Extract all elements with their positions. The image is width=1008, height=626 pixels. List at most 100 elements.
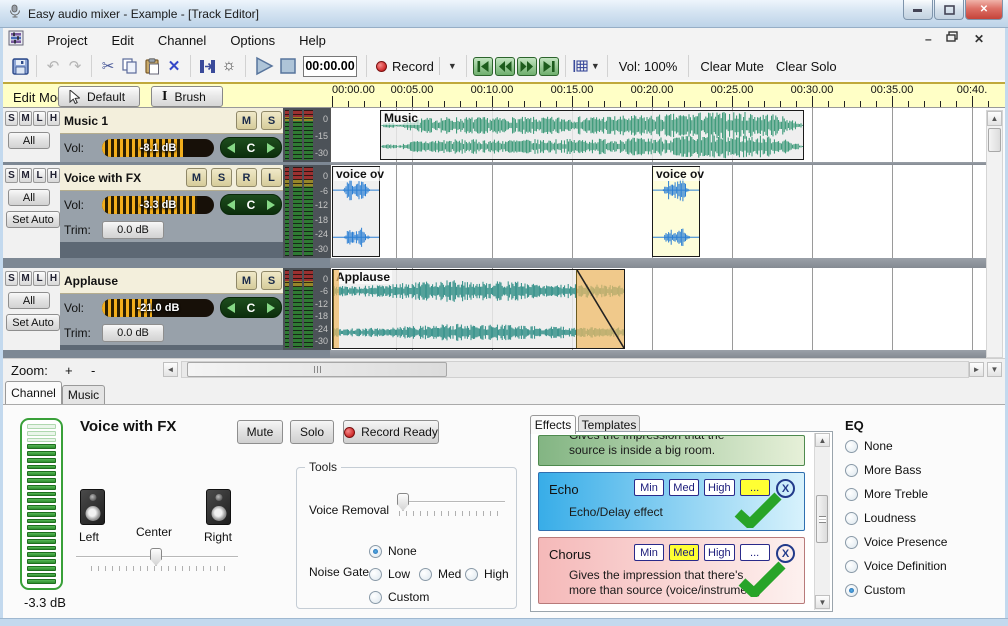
menu-help[interactable]: Help <box>288 30 337 51</box>
effect-card-reverb-partial[interactable]: Gives the impression that the source is … <box>538 435 805 466</box>
radio-icon[interactable] <box>845 440 858 453</box>
save-button[interactable] <box>9 54 31 78</box>
size-m-button[interactable]: M <box>19 168 32 183</box>
mdi-minimize-icon[interactable]: – <box>925 32 932 46</box>
solo-track-button[interactable]: S <box>211 168 232 187</box>
radio-icon[interactable] <box>465 568 478 581</box>
record-track-button[interactable]: R <box>236 168 257 187</box>
scroll-down-icon[interactable] <box>815 595 830 609</box>
minimize-button[interactable] <box>903 0 933 20</box>
pan-right-icon[interactable] <box>267 303 275 313</box>
fade-out-selection[interactable] <box>576 270 624 348</box>
waveform-horizontal-scrollbar[interactable] <box>181 361 969 378</box>
effects-scrollbar[interactable] <box>814 433 830 610</box>
edit-mode-brush-button[interactable]: I Brush <box>151 86 223 107</box>
size-m-button[interactable]: M <box>19 271 32 286</box>
size-l-button[interactable]: L <box>33 271 46 286</box>
mute-button[interactable]: Mute <box>237 420 283 444</box>
listen-track-button[interactable]: L <box>261 168 282 187</box>
solo-button[interactable]: Solo <box>290 420 334 444</box>
edit-mode-default-button[interactable]: Default <box>58 86 140 107</box>
stop-button[interactable] <box>277 54 299 78</box>
noise-gate-radio-none[interactable]: None <box>369 544 417 558</box>
effect-level-high[interactable]: High <box>704 479 735 496</box>
menu-project[interactable]: Project <box>36 30 98 51</box>
mute-track-button[interactable]: M <box>236 271 257 290</box>
eq-radio-loudness[interactable]: Loudness <box>845 511 947 525</box>
size-h-button[interactable]: H <box>47 168 60 183</box>
eq-radio-voice-presence[interactable]: Voice Presence <box>845 535 947 549</box>
volume-slider[interactable]: -3.3 dB <box>102 196 214 214</box>
record-button[interactable]: Record ▼ <box>372 54 461 78</box>
menu-channel[interactable]: Channel <box>147 30 217 51</box>
effect-level-[interactable]: ... <box>740 544 770 561</box>
menu-options[interactable]: Options <box>219 30 286 51</box>
tab-channel[interactable]: Channel <box>5 381 62 404</box>
pan-left-icon[interactable] <box>227 303 235 313</box>
radio-icon[interactable] <box>845 464 858 477</box>
noise-gate-radio-custom[interactable]: Custom <box>369 590 429 604</box>
noise-gate-radio-high[interactable]: High <box>465 567 509 581</box>
size-s-button[interactable]: S <box>5 271 18 286</box>
skip-end-button[interactable] <box>539 57 559 76</box>
eq-radio-more-bass[interactable]: More Bass <box>845 463 947 477</box>
solo-track-button[interactable]: S <box>261 271 282 290</box>
noise-gate-radio-low[interactable]: Low <box>369 567 410 581</box>
trim-button[interactable]: 0.0 dB <box>102 324 164 342</box>
volume-slider[interactable]: -21.0 dB <box>102 299 214 317</box>
effect-card-chorus[interactable]: Chorus MinMedHigh... X Gives the impress… <box>538 537 805 604</box>
effect-level-med[interactable]: Med <box>669 479 699 496</box>
all-button[interactable]: All <box>8 292 50 309</box>
clear-solo-button[interactable]: Clear Solo <box>770 59 843 74</box>
eq-radio-more-treble[interactable]: More Treble <box>845 487 947 501</box>
play-button[interactable] <box>251 54 277 78</box>
redo-button[interactable]: ↷ <box>64 54 86 78</box>
radio-icon[interactable] <box>369 568 382 581</box>
radio-icon[interactable] <box>845 584 858 597</box>
solo-track-button[interactable]: S <box>261 111 282 130</box>
fast-forward-button[interactable] <box>517 57 537 76</box>
vertical-scroll-thumb[interactable] <box>988 128 1001 152</box>
undo-button[interactable]: ↶ <box>42 54 64 78</box>
radio-icon[interactable] <box>419 568 432 581</box>
radio-icon[interactable] <box>845 488 858 501</box>
radio-icon[interactable] <box>369 545 382 558</box>
audio-clip-voice-1[interactable]: voice ov <box>332 166 380 257</box>
maximize-button[interactable] <box>934 0 964 20</box>
timeline-ruler[interactable]: 00:00.0000:05.0000:10.0000:15.0000:20.00… <box>330 84 1003 108</box>
eq-radio-none[interactable]: None <box>845 439 947 453</box>
mute-track-button[interactable]: M <box>236 111 257 130</box>
volume-slider[interactable]: -8.1 dB <box>102 139 214 157</box>
delete-icon[interactable]: ✕ <box>163 54 185 78</box>
scroll-left-icon[interactable] <box>163 362 178 377</box>
pan-control[interactable]: C <box>220 194 282 215</box>
pan-right-icon[interactable] <box>267 143 275 153</box>
tab-music[interactable]: Music <box>62 385 105 404</box>
horizontal-scroll-thumb[interactable] <box>187 362 447 377</box>
set-auto-button[interactable]: Set Auto <box>6 211 60 228</box>
size-h-button[interactable]: H <box>47 111 60 126</box>
radio-icon[interactable] <box>845 560 858 573</box>
zoom-out-button[interactable]: - <box>91 363 95 378</box>
effect-level-high[interactable]: High <box>704 544 735 561</box>
record-ready-button[interactable]: Record Ready <box>343 420 439 444</box>
audio-clip-music[interactable]: Music <box>380 110 804 160</box>
noise-gate-radio-med[interactable]: Med <box>419 567 461 581</box>
size-l-button[interactable]: L <box>33 111 46 126</box>
close-button[interactable]: ✕ <box>965 0 1003 20</box>
effect-level-med[interactable]: Med <box>669 544 699 561</box>
cut-icon[interactable]: ✂ <box>97 54 119 78</box>
all-button[interactable]: All <box>8 189 50 206</box>
audio-clip-voice-2-selected[interactable]: voice ov <box>652 166 700 257</box>
fade-in-region[interactable] <box>333 270 339 348</box>
audio-clip-applause[interactable]: Applause <box>332 269 625 349</box>
rewind-button[interactable] <box>495 57 515 76</box>
paste-icon[interactable] <box>141 54 163 78</box>
effect-level-min[interactable]: Min <box>634 544 664 561</box>
pan-control[interactable]: C <box>220 297 282 318</box>
all-button[interactable]: All <box>8 132 50 149</box>
pan-left-icon[interactable] <box>227 143 235 153</box>
effect-card-echo[interactable]: Echo MinMedHigh... X Echo/Delay effect <box>538 472 805 531</box>
size-h-button[interactable]: H <box>47 271 60 286</box>
pan-control[interactable]: C <box>220 137 282 158</box>
